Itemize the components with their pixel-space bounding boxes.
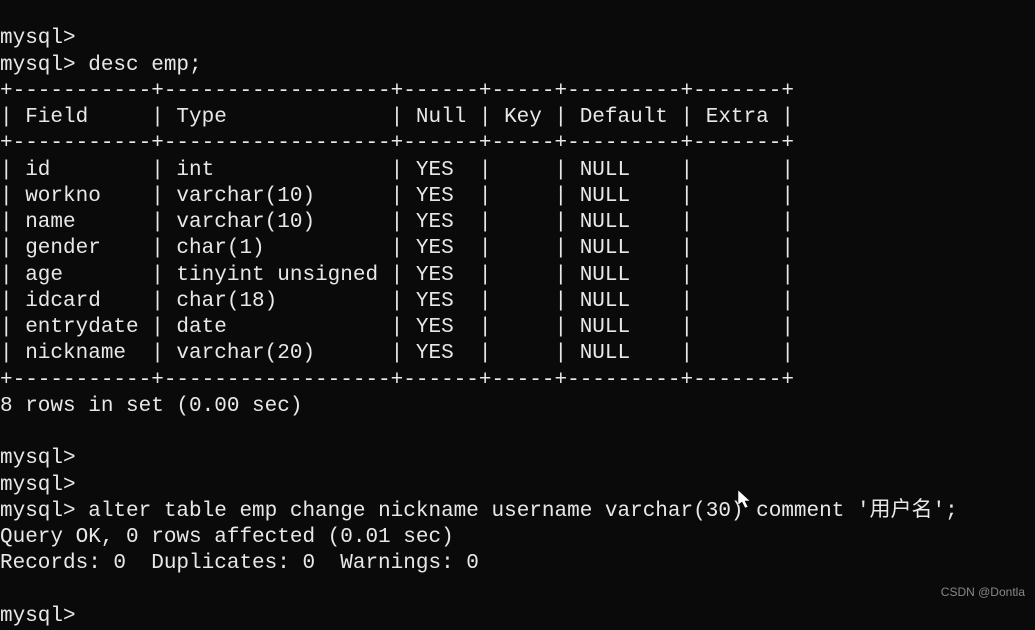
- terminal-output: mysql> mysql> desc emp; +-----------+---…: [0, 0, 1035, 630]
- table-row: | age | tinyint unsigned | YES | | NULL …: [0, 264, 794, 287]
- table-border: +-----------+------------------+------+-…: [0, 80, 794, 103]
- mysql-prompt: mysql>: [0, 447, 76, 470]
- mysql-prompt: mysql>: [0, 54, 88, 77]
- table-row: | name | varchar(10) | YES | | NULL | |: [0, 211, 794, 234]
- rows-in-set: 8 rows in set (0.00 sec): [0, 395, 302, 418]
- query-ok: Query OK, 0 rows affected (0.01 sec): [0, 526, 454, 549]
- table-row: | id | int | YES | | NULL | |: [0, 159, 794, 182]
- table-border: +-----------+------------------+------+-…: [0, 369, 794, 392]
- table-border: +-----------+------------------+------+-…: [0, 132, 794, 155]
- table-row: | workno | varchar(10) | YES | | NULL | …: [0, 185, 794, 208]
- command-alter: alter table emp change nickname username…: [88, 500, 958, 523]
- mysql-prompt: mysql>: [0, 27, 76, 50]
- command-desc: desc emp;: [88, 54, 201, 77]
- table-row: | entrydate | date | YES | | NULL | |: [0, 316, 794, 339]
- table-row: | gender | char(1) | YES | | NULL | |: [0, 237, 794, 260]
- mysql-prompt[interactable]: mysql>: [0, 605, 76, 628]
- mysql-prompt: mysql>: [0, 474, 76, 497]
- watermark-text: CSDN @Dontla: [941, 585, 1025, 600]
- mysql-prompt: mysql>: [0, 500, 88, 523]
- table-header: | Field | Type | Null | Key | Default | …: [0, 106, 794, 129]
- table-row: | nickname | varchar(20) | YES | | NULL …: [0, 342, 794, 365]
- table-row: | idcard | char(18) | YES | | NULL | |: [0, 290, 794, 313]
- records-line: Records: 0 Duplicates: 0 Warnings: 0: [0, 552, 479, 575]
